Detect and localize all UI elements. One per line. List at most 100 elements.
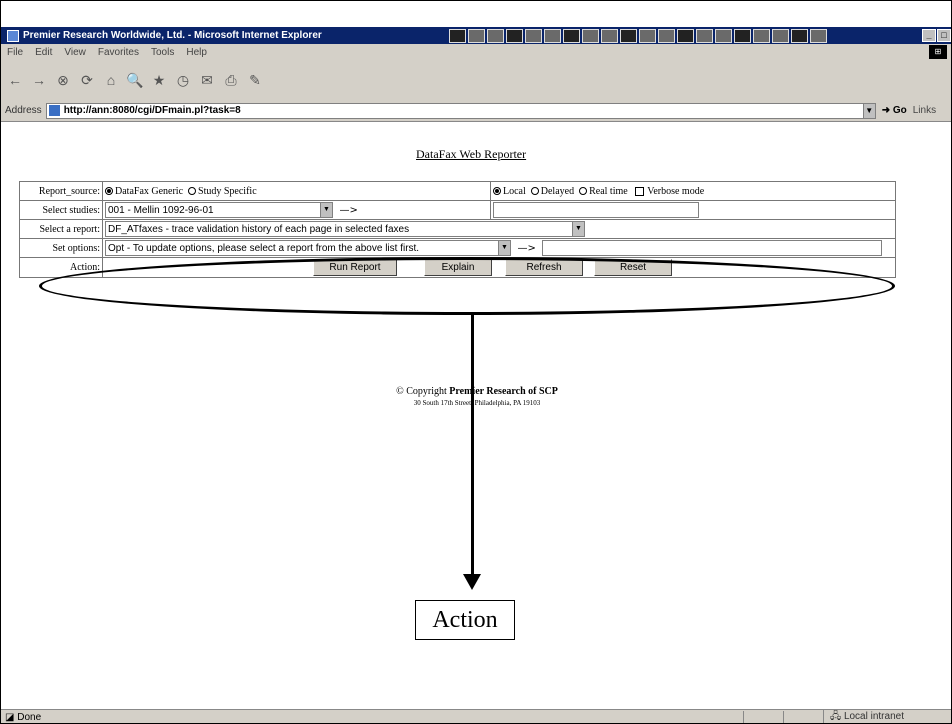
taskbar-icons bbox=[449, 28, 827, 43]
search-icon[interactable]: 🔍 bbox=[126, 72, 143, 88]
page-icon bbox=[48, 105, 60, 116]
page-content: DataFax Web Reporter Report_source: Data… bbox=[1, 122, 951, 709]
quit-icon[interactable] bbox=[753, 28, 770, 43]
address-dropdown-icon[interactable]: ▼ bbox=[862, 103, 875, 118]
print-icon[interactable]: ⎙ bbox=[223, 72, 239, 88]
links-button[interactable]: Links bbox=[913, 105, 936, 116]
windows-logo-icon: ⊞ bbox=[929, 45, 947, 59]
circle-icon[interactable] bbox=[772, 28, 789, 43]
clip-icon[interactable] bbox=[810, 28, 827, 43]
run-report-button[interactable]: Run Report bbox=[313, 259, 397, 276]
clip-icon[interactable] bbox=[639, 28, 656, 43]
favorites-icon[interactable]: ★ bbox=[151, 72, 167, 88]
copyright-company: Premier Research of SCP bbox=[449, 386, 558, 397]
mail-icon[interactable]: ✉ bbox=[199, 72, 215, 88]
select-studies-label: Select studies: bbox=[19, 200, 103, 220]
source-options: DataFax Generic Study Specific bbox=[102, 181, 491, 201]
clip-icon[interactable] bbox=[544, 28, 561, 43]
reset-button[interactable]: Reset bbox=[594, 259, 672, 276]
chevron-down-icon: ▼ bbox=[320, 203, 332, 217]
radio-local[interactable] bbox=[493, 187, 501, 196]
arrow-indicator: —> bbox=[517, 242, 536, 254]
refresh-icon[interactable]: ⟳ bbox=[79, 72, 95, 88]
study-select[interactable]: 001 - Mellin 1092-96-01 ▼ bbox=[105, 202, 333, 218]
menu-view[interactable]: View bbox=[58, 47, 92, 58]
status-text: ◪ Done bbox=[5, 712, 42, 723]
action-label: Action: bbox=[19, 257, 103, 278]
window-title: Premier Research Worldwide, Ltd. - Micro… bbox=[23, 30, 322, 41]
menu-help[interactable]: Help bbox=[180, 47, 213, 58]
row-select-report: Select a report: DF_ATfaxes - trace vali… bbox=[19, 219, 896, 239]
title-bar: Premier Research Worldwide, Ltd. - Micro… bbox=[1, 27, 951, 44]
menu-tools[interactable]: Tools bbox=[145, 47, 180, 58]
study-extra-cell bbox=[490, 200, 896, 220]
copyright-address: 30 South 17th Street, Philadelphia, PA 1… bbox=[413, 399, 541, 407]
status-bar: ◪ Done 🖧 Local intranet bbox=[1, 709, 951, 723]
arrow-indicator: —> bbox=[339, 204, 358, 216]
standard-toolbar: ← → ⊗ ⟳ ⌂ 🔍 ★ ◷ ✉ ⎙ ✎ bbox=[1, 60, 951, 100]
back-icon[interactable]: ← bbox=[7, 72, 23, 88]
refresh-button[interactable]: Refresh bbox=[505, 259, 583, 276]
menu-edit[interactable]: Edit bbox=[29, 47, 58, 58]
edit-icon[interactable]: ✎ bbox=[247, 72, 263, 88]
radio-real-time[interactable] bbox=[579, 187, 588, 196]
action-cell: Run Report Explain Refresh Reset bbox=[102, 257, 896, 278]
row-set-options: Set options: Opt - To update options, pl… bbox=[19, 238, 896, 258]
radio-study-specific[interactable] bbox=[188, 187, 197, 196]
menu-bar: File Edit View Favorites Tools Help ⊞ bbox=[1, 44, 951, 60]
minimize-button[interactable]: _ bbox=[922, 29, 936, 42]
options-cell: Opt - To update options, please select a… bbox=[102, 238, 896, 258]
circle-icon[interactable] bbox=[677, 28, 694, 43]
screenshot-frame: Premier Research Worldwide, Ltd. - Micro… bbox=[0, 0, 952, 724]
window-controls: _ □ bbox=[922, 29, 951, 42]
forward-icon[interactable]: → bbox=[31, 72, 47, 88]
chevron-down-icon: ▼ bbox=[572, 222, 584, 236]
page-title[interactable]: DataFax Web Reporter bbox=[416, 147, 526, 162]
tool-icon[interactable] bbox=[696, 28, 713, 43]
dock-icon[interactable] bbox=[734, 28, 751, 43]
row-select-studies: Select studies: 001 - Mellin 1092-96-01 ▼… bbox=[19, 200, 896, 220]
stop-icon[interactable]: ⊗ bbox=[55, 72, 71, 88]
verbose-checkbox[interactable] bbox=[635, 186, 645, 196]
store-icon[interactable] bbox=[658, 28, 675, 43]
menu-favorites[interactable]: Favorites bbox=[92, 47, 145, 58]
row-action: Action: Run Report Explain Refresh Reset bbox=[19, 257, 896, 278]
address-url: http://ann:8080/cgi/DFmain.pl?task=8 bbox=[63, 105, 241, 116]
row-report-source: Report_source: DataFax Generic Study Spe… bbox=[19, 181, 896, 201]
options-select[interactable]: Opt - To update options, please select a… bbox=[105, 240, 511, 256]
tile-icon[interactable] bbox=[468, 28, 485, 43]
type-icon[interactable] bbox=[715, 28, 732, 43]
history-icon[interactable]: ◷ bbox=[175, 72, 191, 88]
explain-button[interactable]: Explain bbox=[424, 259, 492, 276]
doc-icon[interactable] bbox=[506, 28, 523, 43]
study-cell: 001 - Mellin 1092-96-01 ▼ —> bbox=[102, 200, 491, 220]
options-field[interactable] bbox=[542, 240, 883, 256]
select-report-label: Select a report: bbox=[19, 219, 103, 239]
app-icon[interactable] bbox=[620, 28, 637, 43]
zone-indicator: 🖧 Local intranet bbox=[823, 709, 951, 723]
home-icon[interactable]: ⌂ bbox=[103, 72, 119, 88]
menu-file[interactable]: File bbox=[1, 47, 29, 58]
go-button[interactable]: ➜ Go bbox=[876, 105, 913, 116]
grid-icon[interactable] bbox=[487, 28, 504, 43]
report-form: Report_source: DataFax Generic Study Spe… bbox=[19, 181, 896, 278]
chart-icon[interactable] bbox=[449, 28, 466, 43]
address-bar: Address http://ann:8080/cgi/DFmain.pl?ta… bbox=[1, 100, 951, 122]
apps-icon[interactable] bbox=[582, 28, 599, 43]
report-cell: DF_ATfaxes - trace validation history of… bbox=[102, 219, 896, 239]
close-icon[interactable] bbox=[563, 28, 580, 43]
mode-options: Local Delayed Real time Verbose mode bbox=[490, 181, 896, 201]
address-label: Address bbox=[5, 105, 42, 116]
report-source-label: Report_source: bbox=[19, 181, 103, 201]
at-icon[interactable] bbox=[791, 28, 808, 43]
paint-icon[interactable] bbox=[525, 28, 542, 43]
maximize-button[interactable]: □ bbox=[937, 29, 951, 42]
address-input[interactable]: http://ann:8080/cgi/DFmain.pl?task=8 ▼ bbox=[45, 102, 876, 119]
chart-icon[interactable] bbox=[601, 28, 618, 43]
arrow-down-icon bbox=[463, 574, 481, 590]
set-options-label: Set options: bbox=[19, 238, 103, 258]
report-select[interactable]: DF_ATfaxes - trace validation history of… bbox=[105, 221, 585, 237]
radio-datafax-generic[interactable] bbox=[105, 187, 113, 196]
radio-delayed[interactable] bbox=[530, 187, 539, 196]
study-extra-field[interactable] bbox=[493, 202, 699, 218]
